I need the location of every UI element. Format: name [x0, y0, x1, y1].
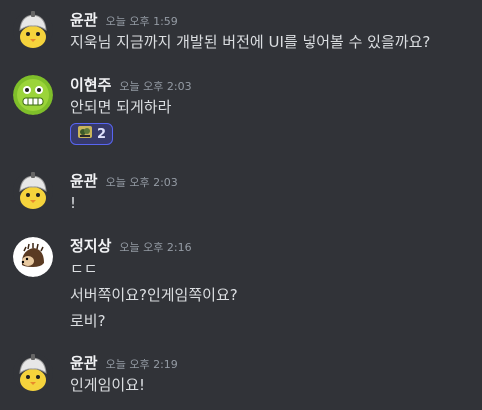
username[interactable]: 윤관 — [70, 170, 98, 191]
message-text: 지욱님 지금까지 개발된 버전에 UI를 넣어볼 수 있을까요? — [70, 33, 431, 51]
message-text: ! — [70, 194, 77, 212]
username[interactable]: 정지상 — [70, 235, 111, 256]
reaction-button[interactable]: 2 — [70, 123, 114, 145]
chick-avatar-icon[interactable] — [13, 10, 53, 50]
username[interactable]: 윤관 — [70, 352, 98, 373]
chick-avatar-icon[interactable] — [13, 353, 53, 393]
timestamp: 오늘 오후 1:59 — [105, 15, 178, 28]
message-header: 윤관 오늘 오후 2:03 — [70, 170, 178, 192]
timestamp: 오늘 오후 2:16 — [119, 241, 192, 254]
reaction-count: 2 — [97, 126, 107, 142]
message-header: 윤관 오늘 오후 1:59 — [70, 9, 178, 31]
chick-avatar-icon[interactable] — [13, 171, 53, 211]
hedgehog-avatar-icon[interactable] — [13, 237, 53, 277]
username[interactable]: 이현주 — [70, 74, 111, 95]
message-header: 이현주 오늘 오후 2:03 — [70, 74, 192, 96]
timestamp: 오늘 오후 2:19 — [105, 358, 178, 371]
message-text: 인게임이요! — [70, 376, 146, 394]
chat-message-list: 윤관 오늘 오후 1:59 지욱님 지금까지 개발된 버전에 UI를 넣어볼 수… — [0, 0, 482, 410]
message-text: 안되면 되게하라 — [70, 98, 172, 116]
sticker-emoji-icon — [77, 124, 93, 144]
timestamp: 오늘 오후 2:03 — [119, 80, 192, 93]
green-face-avatar-icon[interactable] — [13, 75, 53, 115]
timestamp: 오늘 오후 2:03 — [105, 176, 178, 189]
message-header: 윤관 오늘 오후 2:19 — [70, 352, 178, 374]
message-text: 서버쪽이요?인게임쪽이요? — [70, 286, 238, 304]
message-header: 정지상 오늘 오후 2:16 — [70, 235, 192, 257]
message-text: ㄷㄷ — [70, 260, 98, 278]
message-text: 로비? — [70, 312, 106, 330]
username[interactable]: 윤관 — [70, 9, 98, 30]
